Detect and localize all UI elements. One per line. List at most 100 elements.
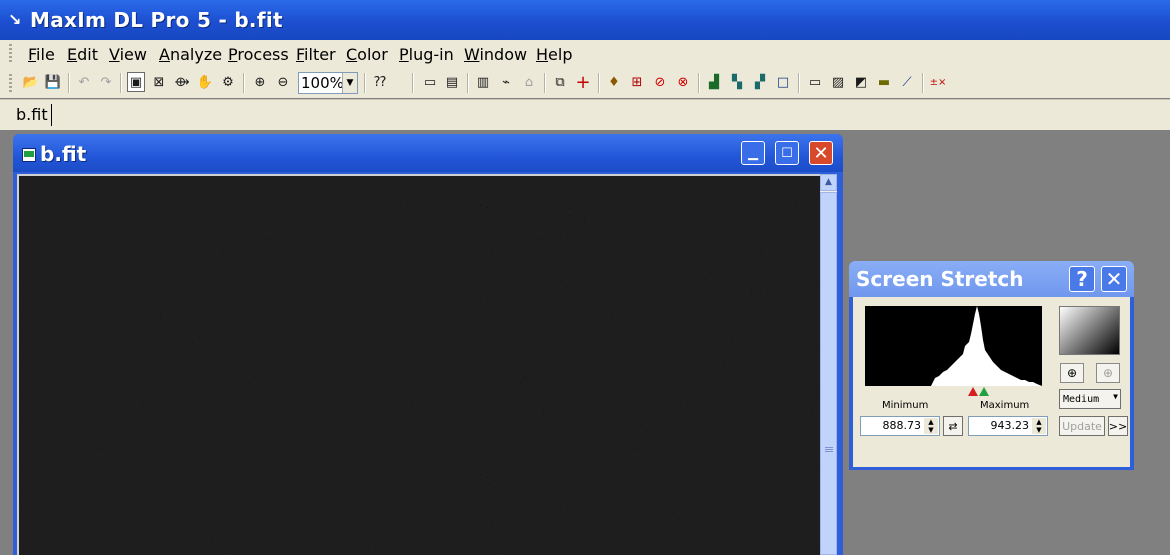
minimize-button[interactable]: ▁ xyxy=(741,141,765,165)
menu-file[interactable]: File xyxy=(28,45,55,64)
chevron-down-icon[interactable]: ▼ xyxy=(1113,392,1118,401)
maximum-label: Maximum xyxy=(980,400,1030,411)
chevron-down-icon[interactable]: ▼ xyxy=(342,73,357,93)
ruler-icon[interactable]: ▭ xyxy=(421,72,439,92)
histogram[interactable] xyxy=(865,306,1042,386)
image-window-icon[interactable] xyxy=(22,148,36,162)
minimum-input[interactable]: 888.73 ▲ ▼ xyxy=(860,416,940,436)
document-tab-bar: b.fit xyxy=(0,99,1170,130)
align-icon[interactable]: ▞ xyxy=(751,72,769,92)
image-icon[interactable]: ▨ xyxy=(829,72,847,92)
stretch-preset-select[interactable]: Medium ▼ xyxy=(1059,389,1121,409)
open-icon[interactable]: 📂 xyxy=(22,72,40,92)
minimum-label: Minimum xyxy=(882,400,929,411)
menu-filter[interactable]: Filter xyxy=(296,45,336,64)
zoom-out-icon[interactable]: ⊖ xyxy=(274,72,292,92)
toolbar-separator xyxy=(922,73,924,93)
menu-window[interactable]: Window xyxy=(464,45,527,64)
close-icon: ✕ xyxy=(1105,267,1123,291)
copy-icon[interactable]: ⧉ xyxy=(551,72,569,92)
toolbar-separator xyxy=(544,73,546,93)
camera-icon[interactable]: ▥ xyxy=(474,72,492,92)
redo-icon[interactable]: ↷ xyxy=(97,72,115,92)
swap-button[interactable]: ⇄ xyxy=(943,416,963,436)
layers-icon[interactable]: ▚ xyxy=(728,72,746,92)
toolbar-separator xyxy=(698,73,700,93)
menu-process[interactable]: Process xyxy=(228,45,289,64)
scroll-up-icon[interactable]: ▲ xyxy=(820,174,837,191)
hand-icon[interactable]: ✋ xyxy=(196,72,214,92)
save-icon[interactable]: 💾 xyxy=(44,72,62,92)
square-icon[interactable]: □ xyxy=(774,72,792,92)
tab-b-fit[interactable]: b.fit xyxy=(16,105,48,124)
zoom-in-icon[interactable]: ⊕ xyxy=(251,72,269,92)
menu-edit[interactable]: Edit xyxy=(67,45,98,64)
update-button[interactable]: Update xyxy=(1059,416,1105,436)
image-canvas[interactable] xyxy=(17,174,820,555)
toolbar-separator xyxy=(798,73,800,93)
undo-icon[interactable]: ↶ xyxy=(75,72,93,92)
scroll-thumb[interactable] xyxy=(820,192,837,555)
zoom-select[interactable]: 100% ▼ xyxy=(298,72,358,94)
histogram-plot xyxy=(931,306,1042,386)
menu-analyze[interactable]: Analyze xyxy=(159,45,222,64)
zoom-value: 100% xyxy=(301,74,344,92)
fit-window-icon[interactable]: ⊠ xyxy=(150,72,168,92)
menu-grip xyxy=(9,44,12,64)
close-button[interactable]: ✕ xyxy=(1101,266,1127,292)
swap-icon: ⇄ xyxy=(948,419,958,433)
menu-help[interactable]: Help xyxy=(536,45,572,64)
expand-button[interactable]: >> xyxy=(1108,416,1128,436)
histogram-icon[interactable]: ▟ xyxy=(705,72,723,92)
no-mark-icon[interactable]: ⊗ xyxy=(674,72,692,92)
zoom-out-button[interactable]: ⊕ xyxy=(1096,363,1120,383)
toolbar-grip xyxy=(9,74,12,94)
app-icon[interactable]: ↘ xyxy=(8,10,21,29)
telescope-icon[interactable]: ⌁ xyxy=(497,72,515,92)
maximum-input[interactable]: 943.23 ▲ ▼ xyxy=(968,416,1048,436)
toolbar: 📂 💾 ↶ ↷ ▣ ⊠ ⟴ ✋ ⚙ ⊕ ⊖ ⁇ ▭ ▤ ▥ ⌁ ⌂ ⧉ + ♦ … xyxy=(0,68,1170,98)
maximum-value: 943.23 xyxy=(990,419,1030,432)
close-icon: ✕ xyxy=(813,142,829,164)
rectangle-icon[interactable]: ▭ xyxy=(806,72,824,92)
maximize-button[interactable]: ☐ xyxy=(775,141,799,165)
toolbar-separator xyxy=(120,73,122,93)
minimize-icon: ▁ xyxy=(748,145,758,161)
menu-color[interactable]: Color xyxy=(346,45,388,64)
screen-stretch-title-bar[interactable]: Screen Stretch ? ✕ xyxy=(849,261,1134,297)
bar-icon[interactable]: ▬ xyxy=(875,72,893,92)
stretch-preset-value: Medium xyxy=(1063,393,1100,405)
image-window-title-bar[interactable]: b.fit ▁ ☐ ✕ xyxy=(13,134,843,172)
math-icon[interactable]: ±× xyxy=(929,72,947,92)
image-window-title: b.fit xyxy=(40,142,87,166)
maximum-spinner-icon[interactable]: ▲ ▼ xyxy=(1032,418,1046,434)
no-stars-icon[interactable]: ⊘ xyxy=(651,72,669,92)
context-help-icon[interactable]: ⁇ xyxy=(371,72,389,92)
stretch-markers[interactable] xyxy=(968,387,990,396)
toolbar-separator xyxy=(412,73,414,93)
help-button[interactable]: ? xyxy=(1069,266,1095,292)
zoom-in-button[interactable]: ⊕ xyxy=(1060,363,1084,383)
noise-image xyxy=(17,174,820,555)
toolbar-separator xyxy=(467,73,469,93)
star-mark-icon[interactable]: ⊞ xyxy=(628,72,646,92)
menu-view[interactable]: View xyxy=(109,45,147,64)
image-view-icon[interactable]: ▣ xyxy=(127,72,145,92)
graph-icon[interactable]: ◩ xyxy=(852,72,870,92)
maximize-icon: ☐ xyxy=(781,145,793,161)
minimum-value: 888.73 xyxy=(882,419,922,432)
crosshair-icon[interactable]: + xyxy=(574,72,592,93)
pan-icon[interactable]: ⟴ xyxy=(173,72,191,92)
menu-plug-in[interactable]: Plug-in xyxy=(399,45,454,64)
stack-icon[interactable]: ▤ xyxy=(443,72,461,92)
observatory-icon[interactable]: ⌂ xyxy=(520,72,538,92)
brush-icon[interactable]: ♦ xyxy=(605,72,623,92)
properties-icon[interactable]: ⚙ xyxy=(219,72,237,92)
vertical-scrollbar[interactable]: ▲ xyxy=(820,174,837,555)
minimum-spinner-icon[interactable]: ▲ ▼ xyxy=(924,418,938,434)
toolbar-separator xyxy=(68,73,70,93)
toolbar-separator xyxy=(364,73,366,93)
close-button[interactable]: ✕ xyxy=(809,141,833,165)
curve-icon[interactable]: ⟋ xyxy=(898,72,916,92)
screen-stretch-body: ⊕ ⊕ Minimum Maximum Medium ▼ 888.73 ▲ ▼ ⇄… xyxy=(853,297,1130,467)
